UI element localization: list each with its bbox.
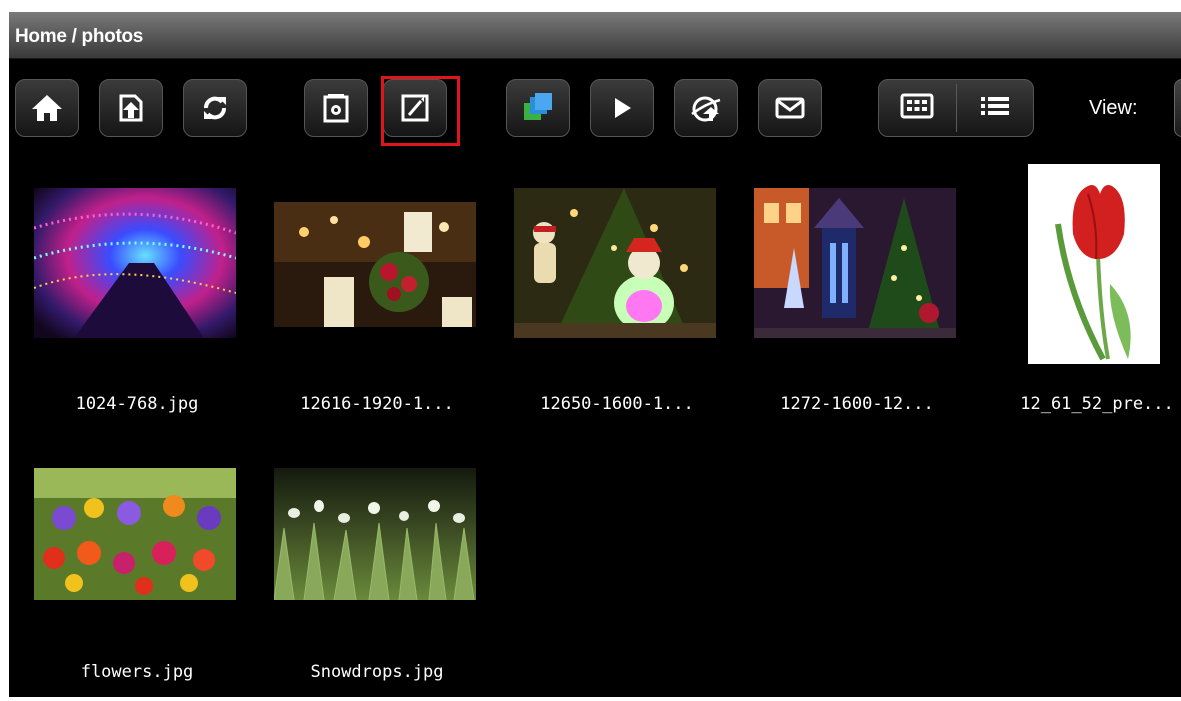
- home-button[interactable]: [15, 79, 79, 137]
- view-label: View:: [1089, 97, 1138, 119]
- refresh-icon: [199, 92, 231, 124]
- file-name: 12650-1600-1...: [540, 394, 694, 414]
- view-mode-toggle: [878, 79, 1034, 137]
- file-tile[interactable]: flowers.jpg: [21, 442, 253, 697]
- file-name: Snowdrops.jpg: [310, 662, 444, 682]
- upload-icon: [115, 92, 147, 124]
- thumbnail-image: [274, 202, 476, 327]
- thumbnail-image: [754, 188, 956, 338]
- file-name: 1024-768.jpg: [75, 394, 199, 414]
- refresh-button[interactable]: [183, 79, 247, 137]
- file-name: 12616-1920-1...: [300, 394, 454, 414]
- file-tile[interactable]: 1024-768.jpg: [21, 162, 253, 422]
- share-button[interactable]: [674, 79, 738, 137]
- list-view-button[interactable]: [957, 80, 1034, 136]
- view-select[interactable]: [1174, 79, 1181, 137]
- mail-icon: [774, 95, 806, 121]
- file-tile[interactable]: 12616-1920-1...: [261, 162, 493, 422]
- list-view-icon: [978, 93, 1012, 123]
- thumbnail-image: [274, 468, 476, 600]
- file-tile[interactable]: 1272-1600-12...: [741, 162, 973, 422]
- copy-button[interactable]: [506, 79, 570, 137]
- file-tile[interactable]: 12650-1600-1...: [501, 162, 733, 422]
- file-name: flowers.jpg: [80, 662, 194, 682]
- file-tile[interactable]: 12_61_52_pre...: [981, 162, 1181, 422]
- highlight-box: [381, 76, 460, 146]
- mail-button[interactable]: [758, 79, 822, 137]
- settings-icon: [321, 92, 351, 124]
- file-name: 12_61_52_pre...: [1020, 394, 1174, 414]
- settings-button[interactable]: [304, 79, 368, 137]
- thumbnail-image: [34, 188, 236, 338]
- thumbnail-image: [514, 188, 716, 338]
- thumbnail-image: [1028, 164, 1160, 364]
- grid-view-button[interactable]: [879, 80, 956, 136]
- play-icon: [608, 94, 636, 122]
- file-tile[interactable]: Snowdrops.jpg: [261, 442, 493, 697]
- copy-icon: [521, 91, 555, 125]
- breadcrumb-bar: Home / photos: [9, 12, 1181, 59]
- share-icon: [689, 92, 723, 124]
- breadcrumb[interactable]: Home / photos: [15, 26, 143, 48]
- grid-view-icon: [900, 93, 934, 123]
- file-browser-window: Home / photos View: 1024-768.jpg 12616-1…: [9, 12, 1181, 697]
- home-icon: [30, 92, 64, 124]
- play-button[interactable]: [590, 79, 654, 137]
- thumbnail-image: [34, 468, 236, 600]
- file-name: 1272-1600-12...: [780, 394, 934, 414]
- upload-button[interactable]: [99, 79, 163, 137]
